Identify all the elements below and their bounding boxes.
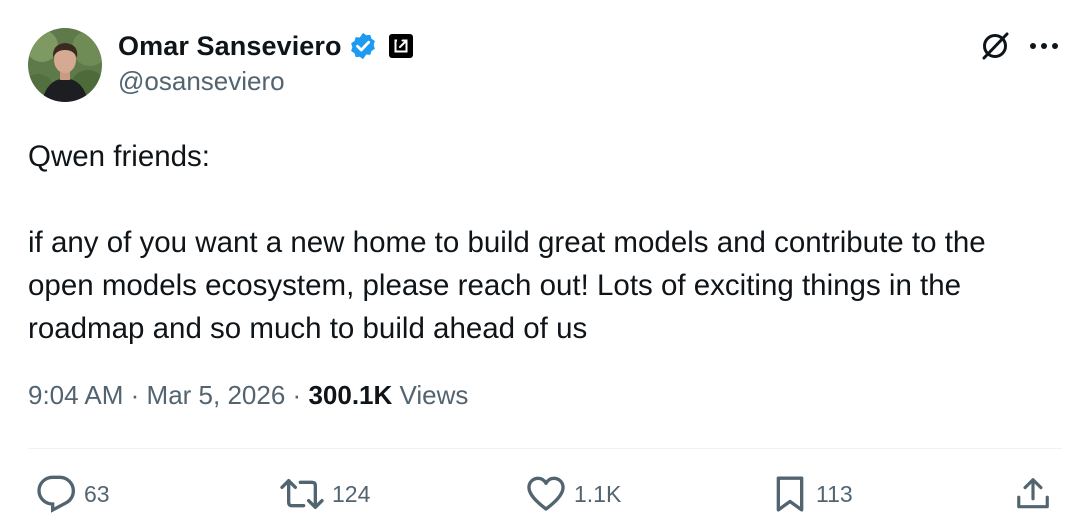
like-count: 1.1K bbox=[574, 480, 622, 507]
author-handle[interactable]: @osanseviero bbox=[118, 66, 285, 97]
author-name[interactable]: Omar Sanseviero bbox=[118, 31, 342, 62]
repost-icon bbox=[280, 479, 324, 509]
more-icon[interactable] bbox=[1024, 28, 1064, 64]
share-icon bbox=[1017, 478, 1049, 509]
share-button[interactable] bbox=[1014, 472, 1052, 516]
verified-badge-icon bbox=[348, 31, 378, 61]
repost-count: 124 bbox=[332, 480, 371, 507]
bookmark-button[interactable]: 113 bbox=[772, 472, 853, 516]
tweet-time[interactable]: 9:04 AM bbox=[28, 380, 123, 410]
views-label: Views bbox=[399, 380, 469, 410]
avatar[interactable] bbox=[28, 28, 102, 102]
tweet-line: Qwen friends: bbox=[28, 140, 210, 173]
divider bbox=[28, 448, 1062, 449]
reply-icon bbox=[37, 475, 76, 513]
grok-icon[interactable] bbox=[977, 28, 1013, 64]
tweet-date[interactable]: Mar 5, 2026 bbox=[147, 380, 286, 410]
meta-separator: · bbox=[130, 380, 140, 410]
meta-separator: · bbox=[292, 380, 302, 410]
like-button[interactable]: 1.1K bbox=[526, 472, 621, 516]
tweet-line: if any of you want a new home to build g… bbox=[28, 226, 986, 345]
bookmark-count: 113 bbox=[816, 480, 853, 507]
tweet-text: Qwen friends: if any of you want a new h… bbox=[28, 135, 1058, 350]
reply-count: 63 bbox=[84, 480, 110, 507]
affiliate-icon[interactable] bbox=[388, 33, 414, 59]
reply-button[interactable]: 63 bbox=[36, 472, 110, 516]
heart-icon bbox=[527, 476, 565, 511]
repost-button[interactable]: 124 bbox=[280, 472, 370, 516]
views-count: 300.1K bbox=[308, 380, 393, 410]
tweet-meta: 9:04 AM · Mar 5, 2026 · 300.1K Views bbox=[28, 380, 468, 411]
bookmark-icon bbox=[776, 476, 804, 512]
